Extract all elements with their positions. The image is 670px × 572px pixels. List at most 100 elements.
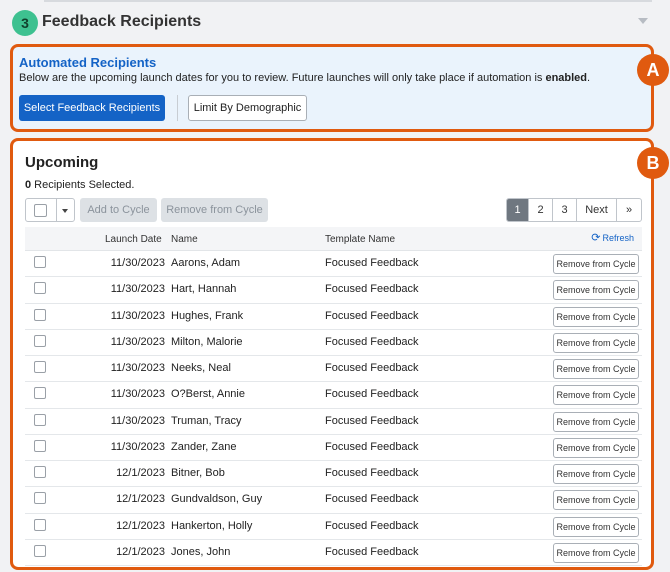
row-name: O?Berst, Annie	[171, 388, 245, 401]
row-launch-date: 11/30/2023	[110, 362, 165, 374]
row-remove-from-cycle-button[interactable]: Remove from Cycle	[553, 437, 639, 458]
column-name[interactable]: Name	[171, 234, 198, 245]
table-row: 11/30/2023 Aarons, Adam Focused Feedback Re…	[25, 251, 642, 278]
row-template-name: Focused Feedback	[325, 493, 419, 506]
row-checkbox[interactable]	[34, 413, 46, 426]
table-row: 12/1/2023 Jones, John Focused Feedback Remo…	[25, 540, 642, 566]
remove-from-cycle-button[interactable]: Remove from Cycle	[161, 198, 268, 222]
row-name: Jones, John	[171, 545, 231, 558]
add-to-cycle-button[interactable]: Add to Cycle	[80, 198, 157, 222]
column-launch-date[interactable]: Launch Date	[105, 234, 162, 245]
bulk-select-divider	[56, 199, 57, 221]
row-checkbox[interactable]	[34, 492, 46, 505]
row-name: Truman, Tracy	[171, 414, 242, 427]
table-row: 12/1/2023 Bitner, Bob Focused Feedback Remo…	[25, 461, 642, 488]
row-checkbox[interactable]	[34, 544, 46, 557]
row-name: Aarons, Adam	[171, 257, 241, 269]
page-2-button[interactable]: 2	[529, 199, 553, 221]
row-checkbox[interactable]	[34, 308, 46, 321]
row-template-name: Focused Feedback	[325, 335, 419, 348]
row-checkbox[interactable]	[34, 361, 46, 373]
upcoming-panel: Upcoming 0 Recipients Selected. Add to C…	[10, 138, 654, 570]
automated-recipients-title: Automated Recipients	[19, 55, 157, 70]
row-template-name: Focused Feedback	[325, 257, 419, 269]
table-row: 11/30/2023 Truman, Tracy Focused Feedback R…	[25, 409, 642, 435]
row-checkbox[interactable]	[34, 282, 46, 295]
row-remove-from-cycle-button[interactable]: Remove from Cycle	[553, 306, 639, 327]
row-template-name: Focused Feedback	[325, 309, 419, 322]
next-page-button[interactable]: Next	[577, 199, 617, 221]
row-checkbox[interactable]	[34, 256, 46, 268]
row-checkbox[interactable]	[34, 387, 46, 400]
row-remove-from-cycle-button[interactable]: Remove from Cycle	[553, 490, 639, 511]
row-name: Hughes, Frank	[171, 309, 244, 322]
row-launch-date: 12/1/2023	[116, 493, 165, 506]
limit-by-demographic-button[interactable]: Limit By Demographic	[188, 95, 307, 121]
row-remove-from-cycle-button[interactable]: Remove from Cycle	[553, 254, 639, 274]
refresh-icon: ⟳	[591, 232, 601, 244]
callout-marker-b: B	[637, 147, 669, 179]
section-title: Feedback Recipients	[42, 13, 202, 30]
row-launch-date: 12/1/2023	[116, 467, 165, 479]
table-header: Launch Date Name Template Name ⟳ Refresh	[25, 227, 642, 251]
row-launch-date: 11/30/2023	[110, 335, 165, 348]
caret-down-icon[interactable]	[62, 209, 68, 213]
row-template-name: Focused Feedback	[325, 388, 419, 401]
selected-count: 0 Recipients Selected.	[25, 179, 135, 191]
row-remove-from-cycle-button[interactable]: Remove from Cycle	[553, 516, 639, 537]
page-3-button[interactable]: 3	[553, 199, 577, 221]
page-1-button[interactable]: 1	[507, 199, 529, 221]
row-template-name: Focused Feedback	[325, 362, 419, 374]
callout-marker-a: A	[637, 54, 669, 86]
row-launch-date: 11/30/2023	[110, 388, 165, 401]
row-name: Hart, Hannah	[171, 283, 237, 296]
top-divider	[44, 0, 652, 2]
row-checkbox[interactable]	[34, 439, 46, 452]
row-remove-from-cycle-button[interactable]: Remove from Cycle	[553, 359, 639, 379]
row-checkbox[interactable]	[34, 334, 46, 347]
row-remove-from-cycle-button[interactable]: Remove from Cycle	[553, 385, 639, 406]
row-template-name: Focused Feedback	[325, 440, 419, 453]
automated-recipients-description: Below are the upcoming launch dates for …	[19, 72, 591, 84]
select-all-checkbox[interactable]	[34, 204, 47, 217]
button-divider	[177, 95, 178, 121]
bulk-select-dropdown[interactable]	[25, 198, 75, 222]
collapse-chevron-icon[interactable]	[638, 18, 648, 24]
table-row: 12/1/2023 Hankerton, Holly Focused Feedbac…	[25, 514, 642, 540]
row-remove-from-cycle-button[interactable]: Remove from Cycle	[553, 280, 639, 301]
table-row: 11/30/2023 Neeks, Neal Focused Feedback Rem…	[25, 356, 642, 383]
automated-recipients-panel: Automated Recipients Below are the upcom…	[10, 44, 654, 132]
select-feedback-recipients-button[interactable]: Select Feedback Recipients	[19, 95, 165, 121]
row-template-name: Focused Feedback	[325, 467, 419, 479]
column-template-name[interactable]: Template Name	[325, 234, 395, 245]
row-launch-date: 11/30/2023	[110, 414, 165, 427]
row-launch-date: 11/30/2023	[110, 309, 165, 322]
row-name: Neeks, Neal	[171, 362, 231, 374]
row-checkbox[interactable]	[34, 466, 46, 478]
table-row: 11/30/2023 Hart, Hannah Focused Feedback Re…	[25, 277, 642, 304]
row-launch-date: 12/1/2023	[116, 545, 165, 558]
row-checkbox[interactable]	[34, 518, 46, 531]
row-launch-date: 12/1/2023	[116, 519, 165, 532]
table-row: 11/30/2023 Hughes, Frank Focused Feedback R…	[25, 304, 642, 330]
upcoming-title: Upcoming	[25, 154, 99, 171]
table-row: 12/1/2023 Gundvaldson, Guy Focused Feedbac…	[25, 487, 642, 514]
recipients-table: 11/30/2023 Aarons, Adam Focused Feedback Re…	[25, 251, 642, 566]
table-row: 11/30/2023 Zander, Zane Focused Feedback Re…	[25, 435, 642, 461]
refresh-button[interactable]: ⟳ Refresh	[591, 231, 634, 244]
last-page-button[interactable]: »	[617, 199, 641, 221]
row-remove-from-cycle-button[interactable]: Remove from Cycle	[553, 464, 639, 484]
row-launch-date: 11/30/2023	[110, 257, 165, 269]
row-template-name: Focused Feedback	[325, 414, 419, 427]
section-header[interactable]: 3 Feedback Recipients	[12, 10, 656, 40]
row-remove-from-cycle-button[interactable]: Remove from Cycle	[553, 411, 639, 432]
row-template-name: Focused Feedback	[325, 283, 419, 296]
row-name: Milton, Malorie	[171, 335, 243, 348]
pagination: 1 2 3 Next »	[506, 198, 642, 222]
row-template-name: Focused Feedback	[325, 545, 419, 558]
row-name: Gundvaldson, Guy	[171, 493, 263, 506]
row-remove-from-cycle-button[interactable]: Remove from Cycle	[553, 332, 639, 353]
row-remove-from-cycle-button[interactable]: Remove from Cycle	[553, 542, 639, 563]
row-name: Bitner, Bob	[171, 467, 225, 479]
row-launch-date: 11/30/2023	[110, 283, 165, 296]
